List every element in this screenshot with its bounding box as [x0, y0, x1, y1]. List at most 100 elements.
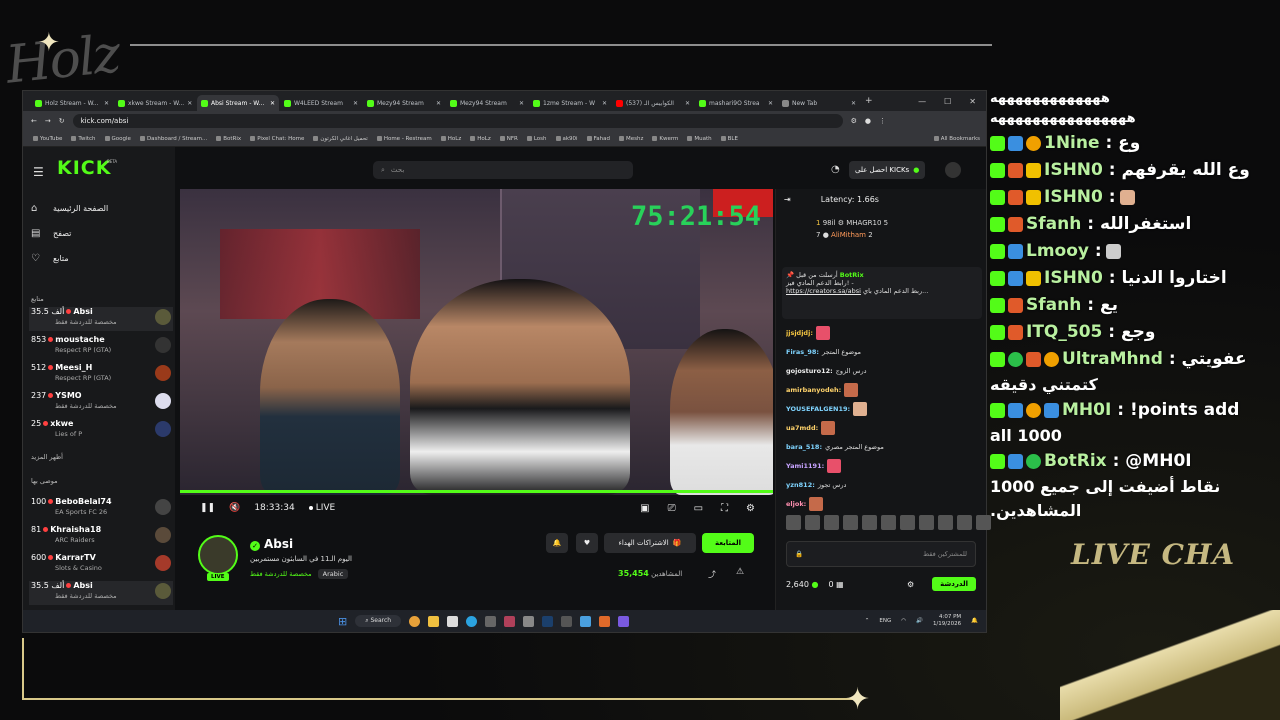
hamburger-icon[interactable]: ☰	[33, 165, 44, 179]
clip-icon[interactable]: ⎚	[668, 503, 676, 514]
browser-tab[interactable]: W4LEED Stream ✕	[280, 95, 362, 111]
all-bookmarks[interactable]: All Bookmarks	[934, 136, 986, 142]
forward-icon[interactable]: →	[45, 117, 51, 125]
category-link[interactable]: مخصصة للدردشة فقط	[250, 570, 312, 578]
get-kicks-button[interactable]: احصل على KICKs ●	[849, 161, 926, 179]
new-tab-button[interactable]: +	[865, 96, 873, 106]
browser-tab[interactable]: mashari9O Strea ✕	[695, 95, 777, 111]
bookmark[interactable]: HoLz	[470, 136, 490, 142]
pinned-link[interactable]: https://creators.sa/absi	[786, 287, 861, 295]
close-window-icon[interactable]: ✕	[969, 97, 976, 106]
miniplayer-icon[interactable]: ▣	[640, 503, 649, 514]
user-avatar[interactable]	[945, 162, 961, 178]
settings-icon[interactable]: ⚙	[746, 503, 755, 514]
close-icon[interactable]: ✕	[187, 100, 192, 107]
report-icon[interactable]: ⚠	[736, 567, 744, 577]
chat-settings-icon[interactable]: ⚙	[907, 580, 914, 589]
url-field[interactable]: kick.com/absi	[72, 114, 843, 128]
minimize-icon[interactable]: —	[918, 97, 926, 106]
chat-user[interactable]: gojosturo12:	[786, 367, 833, 375]
app-icon[interactable]	[504, 615, 516, 627]
chat-user[interactable]: ua7mdd:	[786, 424, 818, 432]
channel-item[interactable]: 35.5 ألف Absi مخصصة للدردشة فقط	[29, 307, 173, 331]
bookmark[interactable]: NFR	[500, 136, 518, 142]
channel-item[interactable]: 237 YSMO مخصصة للدردشة فقط	[29, 391, 173, 415]
clock[interactable]: 4:07 PM 1/19/2026	[933, 614, 961, 628]
steam-icon[interactable]	[542, 615, 554, 627]
chat-user[interactable]: YOUSEFALGEN19:	[786, 405, 850, 413]
emote[interactable]	[824, 515, 839, 530]
bookmark[interactable]: YouTube	[33, 136, 62, 142]
close-icon[interactable]: ✕	[353, 100, 358, 107]
channel-item[interactable]: 100 BeboBelal74 EA Sports FC 26	[29, 497, 173, 521]
chat-user[interactable]: amirbanyodeh:	[786, 386, 841, 394]
bookmark[interactable]: Losh	[527, 136, 547, 142]
mute-icon[interactable]: 🔇	[229, 503, 240, 513]
app-icon[interactable]	[580, 615, 592, 627]
app-icon[interactable]	[599, 615, 611, 627]
channel-item[interactable]: 600 KarrarTV Slots & Casino	[29, 553, 173, 577]
video-player[interactable]: 75:21:54	[180, 189, 773, 495]
theater-icon[interactable]: ▭	[694, 503, 703, 514]
nav-home[interactable]: ⌂ الصفحة الرئيسية	[31, 203, 171, 214]
bookmark[interactable]: Dashboard / Stream...	[140, 136, 207, 142]
notification-button[interactable]: 🔔	[546, 533, 568, 553]
emote[interactable]	[786, 515, 801, 530]
bookmark[interactable]: تحميل اغاني الكرتون	[313, 136, 367, 142]
bookmark[interactable]: Twitch	[71, 136, 95, 142]
chat-user[interactable]: Yami1191:	[786, 462, 824, 470]
close-icon[interactable]: ✕	[602, 100, 607, 107]
chat-user[interactable]: Firas_98:	[786, 348, 819, 356]
share-icon[interactable]: ⤴	[708, 569, 716, 580]
channel-item[interactable]: 512 Meesi_H Respect RP (GTA)	[29, 363, 173, 387]
gift-subs-button[interactable]: الاشتراكات الهداء 🎁	[604, 533, 696, 553]
bookmark[interactable]: Muath	[687, 136, 711, 142]
show-more-link[interactable]: أظهر المزيد	[31, 453, 63, 461]
kicks-icon[interactable]: ◔	[831, 164, 840, 175]
search-input[interactable]: ⌕ بحث	[373, 161, 633, 179]
kick-logo[interactable]: KICK	[57, 157, 111, 179]
chat-user[interactable]: yzn812:	[786, 481, 815, 489]
emote[interactable]	[843, 515, 858, 530]
channel-item[interactable]: 81 Khraisha18 ARC Raiders	[29, 525, 173, 549]
windows-start-icon[interactable]: ⊞	[338, 615, 347, 628]
bookmark[interactable]: Google	[105, 136, 131, 142]
favorite-button[interactable]: ♥	[576, 533, 598, 553]
maximize-icon[interactable]: ☐	[944, 97, 951, 106]
channel-item[interactable]: 853 moustache Respect RP (GTA)	[29, 335, 173, 359]
volume-icon[interactable]: 🔊	[916, 618, 923, 624]
close-icon[interactable]: ✕	[270, 100, 275, 107]
emote[interactable]	[957, 515, 972, 530]
browser-tab-active[interactable]: Absi Stream - W... ✕	[197, 95, 279, 111]
bookmark[interactable]: Kwerm	[652, 136, 678, 142]
zero-display[interactable]: 0 ▦	[828, 580, 843, 589]
app-icon[interactable]	[618, 615, 630, 627]
close-icon[interactable]: ✕	[104, 100, 109, 107]
browser-tab[interactable]: Holz Stream - W... ✕	[31, 95, 113, 111]
chat-input[interactable]: 🔒 للمشتركين فقط	[786, 541, 976, 567]
emote[interactable]	[919, 515, 934, 530]
chrome-icon[interactable]	[409, 615, 421, 627]
close-icon[interactable]: ✕	[685, 100, 690, 107]
chevron-up-icon[interactable]: ⌃	[865, 618, 870, 624]
bookmark[interactable]: Home - Restream	[377, 136, 432, 142]
notification-icon[interactable]: 🔔	[971, 618, 978, 624]
chat-user[interactable]: eljok:	[786, 500, 806, 508]
taskbar-search[interactable]: ⌕ Search	[355, 615, 402, 627]
close-icon[interactable]: ✕	[768, 100, 773, 107]
app-icon[interactable]	[561, 615, 573, 627]
back-icon[interactable]: ←	[31, 117, 37, 125]
points-display[interactable]: 2,640 ●	[786, 580, 818, 589]
streamer-avatar[interactable]	[198, 535, 238, 575]
fullscreen-icon[interactable]: ⛶	[721, 503, 728, 514]
browser-tab[interactable]: 1zme Stream - W ✕	[529, 95, 611, 111]
profile-icon[interactable]: ●	[865, 117, 871, 125]
extension-icon[interactable]: ⚙	[851, 117, 857, 125]
video-progress-bar[interactable]	[180, 490, 773, 493]
send-chat-button[interactable]: الدردشة	[932, 577, 976, 591]
reload-icon[interactable]: ↻	[59, 117, 65, 125]
menu-icon[interactable]: ⋮	[879, 117, 886, 125]
bookmark[interactable]: BotRix	[216, 136, 241, 142]
app-icon[interactable]	[485, 615, 497, 627]
emote[interactable]	[976, 515, 991, 530]
